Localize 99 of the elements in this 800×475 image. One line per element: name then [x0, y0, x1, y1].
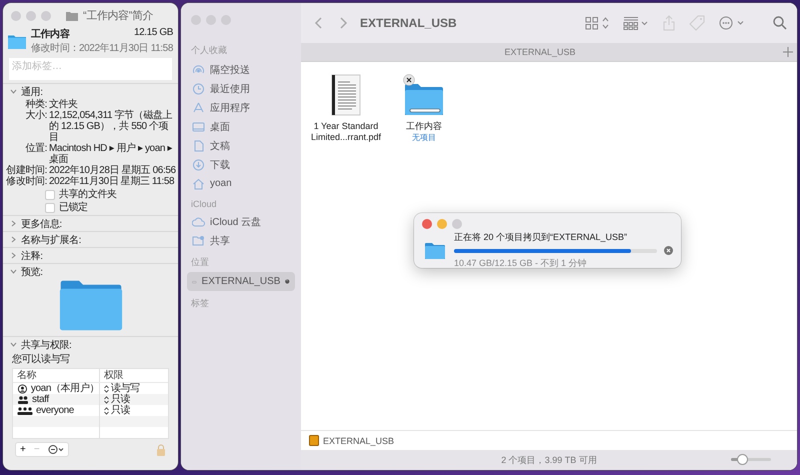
pdf-document-icon [331, 74, 361, 116]
sidebar-item[interactable]: 桌面 [187, 117, 295, 136]
disclosure-icon[interactable] [10, 236, 17, 243]
sidebar-item[interactable]: EXTERNAL_USB [187, 272, 295, 291]
file-subtitle: 无项目 [412, 132, 436, 143]
sidebar-heading: iCloud [190, 198, 218, 211]
field-value: 12,152,054,311 字节（磁盘上的 12.15 GB），共 550 个项目 [48, 110, 174, 143]
disclosure-icon[interactable] [10, 268, 17, 275]
field-label: 种类: [24, 99, 47, 110]
disclosure-icon[interactable] [10, 88, 17, 95]
column-header: 权限 [103, 369, 124, 382]
folder-icon [404, 82, 444, 116]
updown-icon[interactable] [104, 406, 109, 414]
house-icon [192, 178, 205, 190]
close-icon[interactable] [403, 74, 415, 86]
zoom-slider[interactable] [731, 454, 771, 465]
forward-icon[interactable] [338, 16, 348, 30]
field-value: 2022年10月28日 星期五 06:56 [48, 165, 177, 176]
sidebar-item[interactable]: 文稿 [187, 136, 295, 155]
cancel-icon[interactable] [664, 246, 673, 255]
sidebar-heading: 个人收藏 [190, 44, 228, 57]
minimize-button[interactable] [437, 219, 447, 229]
search-icon[interactable] [773, 16, 787, 30]
section-heading: 共享与权限: [21, 338, 72, 352]
field-label: 修改时间: [5, 176, 47, 187]
folder-icon [425, 242, 445, 259]
copy-detail: 10.47 GB/12.15 GB - 不到 1 分钟 [454, 257, 588, 270]
column-header: 名称 [13, 369, 100, 382]
file-item[interactable]: 1 Year Standard Limited...rrant.pdf [311, 72, 381, 143]
disclosure-icon[interactable] [10, 220, 17, 227]
desktop-icon [192, 120, 205, 132]
checkbox-label: 已锁定 [59, 202, 88, 213]
sidebar-heading: 标签 [190, 297, 210, 310]
path-item[interactable]: EXTERNAL_USB [323, 436, 394, 446]
window-title: “工作内容”简介 [83, 8, 154, 23]
download-icon [192, 158, 205, 170]
group-icon [17, 406, 33, 416]
folder-icon [66, 10, 78, 20]
field-value: Macintosh HD ▸ 用户 ▸ yoan ▸ 桌面 [48, 143, 174, 165]
field-value: 文件夹 [48, 99, 79, 110]
shared-folder-icon [192, 234, 205, 246]
window-title: EXTERNAL_USB [360, 16, 457, 30]
file-name: 工作内容 [406, 121, 442, 132]
clock-icon [192, 82, 205, 94]
item-name: 工作内容 [30, 27, 70, 41]
field-label: 创建时间: [5, 165, 47, 176]
section-heading: 更多信息: [21, 218, 62, 230]
modified-date: 修改时间：2022年11月30日 11:58 [30, 42, 173, 55]
table-cell: 只读 [111, 405, 130, 416]
table-cell: yoan（本用户） [30, 383, 99, 394]
document-icon [192, 140, 205, 152]
drive-icon [309, 435, 319, 446]
section-heading: 预览: [21, 266, 43, 278]
disclosure-icon[interactable] [10, 341, 17, 348]
field-label: 位置: [24, 143, 47, 156]
copy-message: 正在将 20 个项目拷贝到“EXTERNAL_USB” [454, 231, 628, 244]
sidebar-item[interactable]: 下载 [187, 155, 295, 174]
group-view-icon[interactable] [623, 16, 649, 30]
file-item[interactable]: 工作内容 无项目 [389, 72, 459, 143]
status-text: 2 个项目，3.99 TB 可用 [501, 454, 597, 466]
lock-icon[interactable] [156, 444, 166, 456]
checkbox[interactable] [45, 202, 55, 212]
sidebar-item[interactable]: 共享 [187, 231, 295, 250]
sidebar-item[interactable]: iCloud 云盘 [187, 212, 295, 231]
file-name: 1 Year Standard Limited...rrant.pdf [310, 121, 382, 143]
sidebar-item[interactable]: 应用程序 [187, 98, 295, 117]
more-icon[interactable] [719, 16, 745, 30]
updown-icon[interactable] [104, 384, 109, 392]
back-icon[interactable] [314, 16, 324, 30]
section-heading: 注释: [21, 250, 43, 262]
section-heading: 名称与扩展名: [21, 234, 81, 246]
sidebar-heading: 位置 [190, 256, 210, 269]
grid-view-icon[interactable] [585, 16, 609, 30]
permission-note: 您可以读与写 [11, 352, 71, 367]
updown-icon[interactable] [104, 396, 109, 404]
group-icon [17, 394, 29, 404]
folder-icon [8, 32, 26, 50]
section-heading: 通用: [21, 86, 43, 98]
close-button[interactable] [422, 219, 432, 229]
item-size: 12.15 GB [134, 27, 173, 40]
table-cell: everyone [36, 405, 74, 416]
sidebar-item[interactable]: 最近使用 [187, 79, 295, 98]
add-button[interactable]: + [16, 443, 30, 456]
table-cell: staff [32, 394, 49, 405]
field-label: 大小: [24, 110, 47, 123]
sidebar-item[interactable]: 隔空投送 [187, 60, 295, 79]
sidebar-item[interactable]: yoan [187, 174, 295, 193]
checkbox[interactable] [45, 190, 55, 200]
checkbox-label: 共享的文件夹 [59, 189, 117, 200]
apps-icon [192, 102, 205, 114]
folder-preview-icon [58, 280, 122, 331]
table-cell: 读与写 [111, 383, 140, 394]
disclosure-icon[interactable] [10, 252, 17, 259]
cloud-icon [192, 216, 205, 228]
table-cell: 只读 [111, 394, 130, 405]
user-icon [17, 384, 28, 394]
field-value: 2022年11月30日 星期三 11:58 [48, 176, 176, 187]
airdrop-icon [192, 64, 205, 76]
tags-field[interactable]: 添加标签… [9, 58, 172, 80]
